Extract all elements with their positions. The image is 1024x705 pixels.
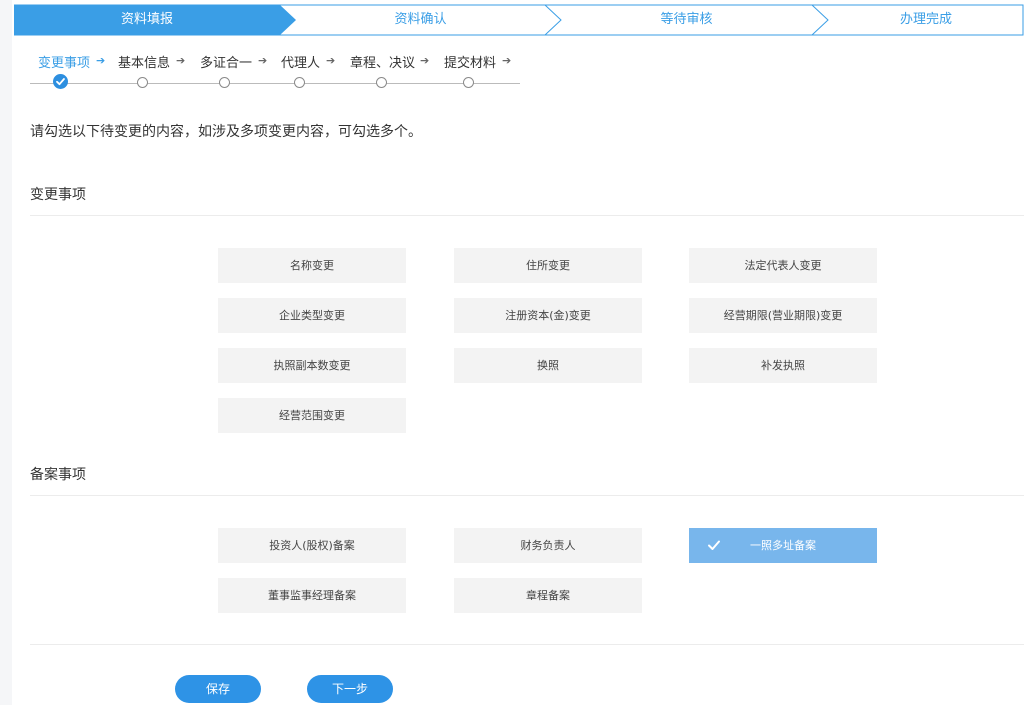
option-charter-record[interactable]: 章程备案	[454, 578, 642, 613]
option-license-reissue[interactable]: 补发执照	[689, 348, 877, 383]
option-capital-change[interactable]: 注册资本(金)变更	[454, 298, 642, 333]
arrow-right-icon: ➔	[96, 54, 106, 67]
progress-wizard: 资料填报 资料确认 等待审核 办理完成	[14, 4, 1024, 36]
wizard-step-fill[interactable]: 资料填报	[14, 4, 280, 36]
checkmark-icon	[708, 540, 720, 550]
save-button[interactable]: 保存	[175, 675, 261, 703]
instruction-text: 请勾选以下待变更的内容，如涉及多项变更内容，可勾选多个。	[30, 124, 422, 140]
substep-basic-info[interactable]: 基本信息	[118, 52, 170, 71]
substep-agent[interactable]: 代理人	[281, 52, 320, 71]
arrow-right-icon: ➔	[326, 54, 336, 67]
arrow-right-icon: ➔	[176, 54, 186, 67]
change-section-title: 变更事项	[30, 187, 86, 203]
record-section-title: 备案事项	[30, 467, 86, 483]
option-multi-address-record[interactable]: 一照多址备案	[689, 528, 877, 563]
option-company-type-change[interactable]: 企业类型变更	[218, 298, 406, 333]
wizard-step-complete[interactable]: 办理完成	[828, 4, 1024, 36]
option-license-copies-change[interactable]: 执照副本数变更	[218, 348, 406, 383]
substep-multi-cert[interactable]: 多证合一	[200, 52, 252, 71]
option-license-renew[interactable]: 换照	[454, 348, 642, 383]
option-address-change[interactable]: 住所变更	[454, 248, 642, 283]
application-page: 资料填报 资料确认 等待审核 办理完成 变更事项 ➔ 基本信息 ➔ 多证合一 ➔…	[0, 0, 1024, 705]
wizard-step-review[interactable]: 等待审核	[561, 4, 812, 36]
sub-step-navigator: 变更事项 ➔ 基本信息 ➔ 多证合一 ➔ 代理人 ➔ 章程、决议 ➔ 提交材料 …	[30, 52, 530, 92]
substep-charter[interactable]: 章程、决议	[350, 52, 415, 71]
section-divider	[30, 215, 1024, 216]
option-name-change[interactable]: 名称变更	[218, 248, 406, 283]
arrow-right-icon: ➔	[502, 54, 512, 67]
step-dot-icon	[219, 77, 230, 88]
section-divider	[30, 495, 1024, 496]
option-legal-rep-change[interactable]: 法定代表人变更	[689, 248, 877, 283]
option-scope-change[interactable]: 经营范围变更	[218, 398, 406, 433]
option-directors-record[interactable]: 董事监事经理备案	[218, 578, 406, 613]
step-dot-icon	[294, 77, 305, 88]
step-dot-icon	[463, 77, 474, 88]
step-dot-icon	[137, 77, 148, 88]
option-finance-officer[interactable]: 财务负责人	[454, 528, 642, 563]
arrow-right-icon: ➔	[420, 54, 430, 67]
option-label: 一照多址备案	[750, 539, 816, 552]
check-circle-icon	[53, 74, 68, 89]
step-dot-icon	[376, 77, 387, 88]
substep-submit-materials[interactable]: 提交材料	[444, 52, 496, 71]
section-divider	[30, 644, 1024, 645]
substep-change-items[interactable]: 变更事项	[38, 52, 90, 71]
substep-track	[30, 83, 520, 84]
option-term-change[interactable]: 经营期限(营业期限)变更	[689, 298, 877, 333]
option-investor-record[interactable]: 投资人(股权)备案	[218, 528, 406, 563]
wizard-step-confirm[interactable]: 资料确认	[296, 4, 545, 36]
arrow-right-icon: ➔	[258, 54, 268, 67]
next-step-button[interactable]: 下一步	[307, 675, 393, 703]
